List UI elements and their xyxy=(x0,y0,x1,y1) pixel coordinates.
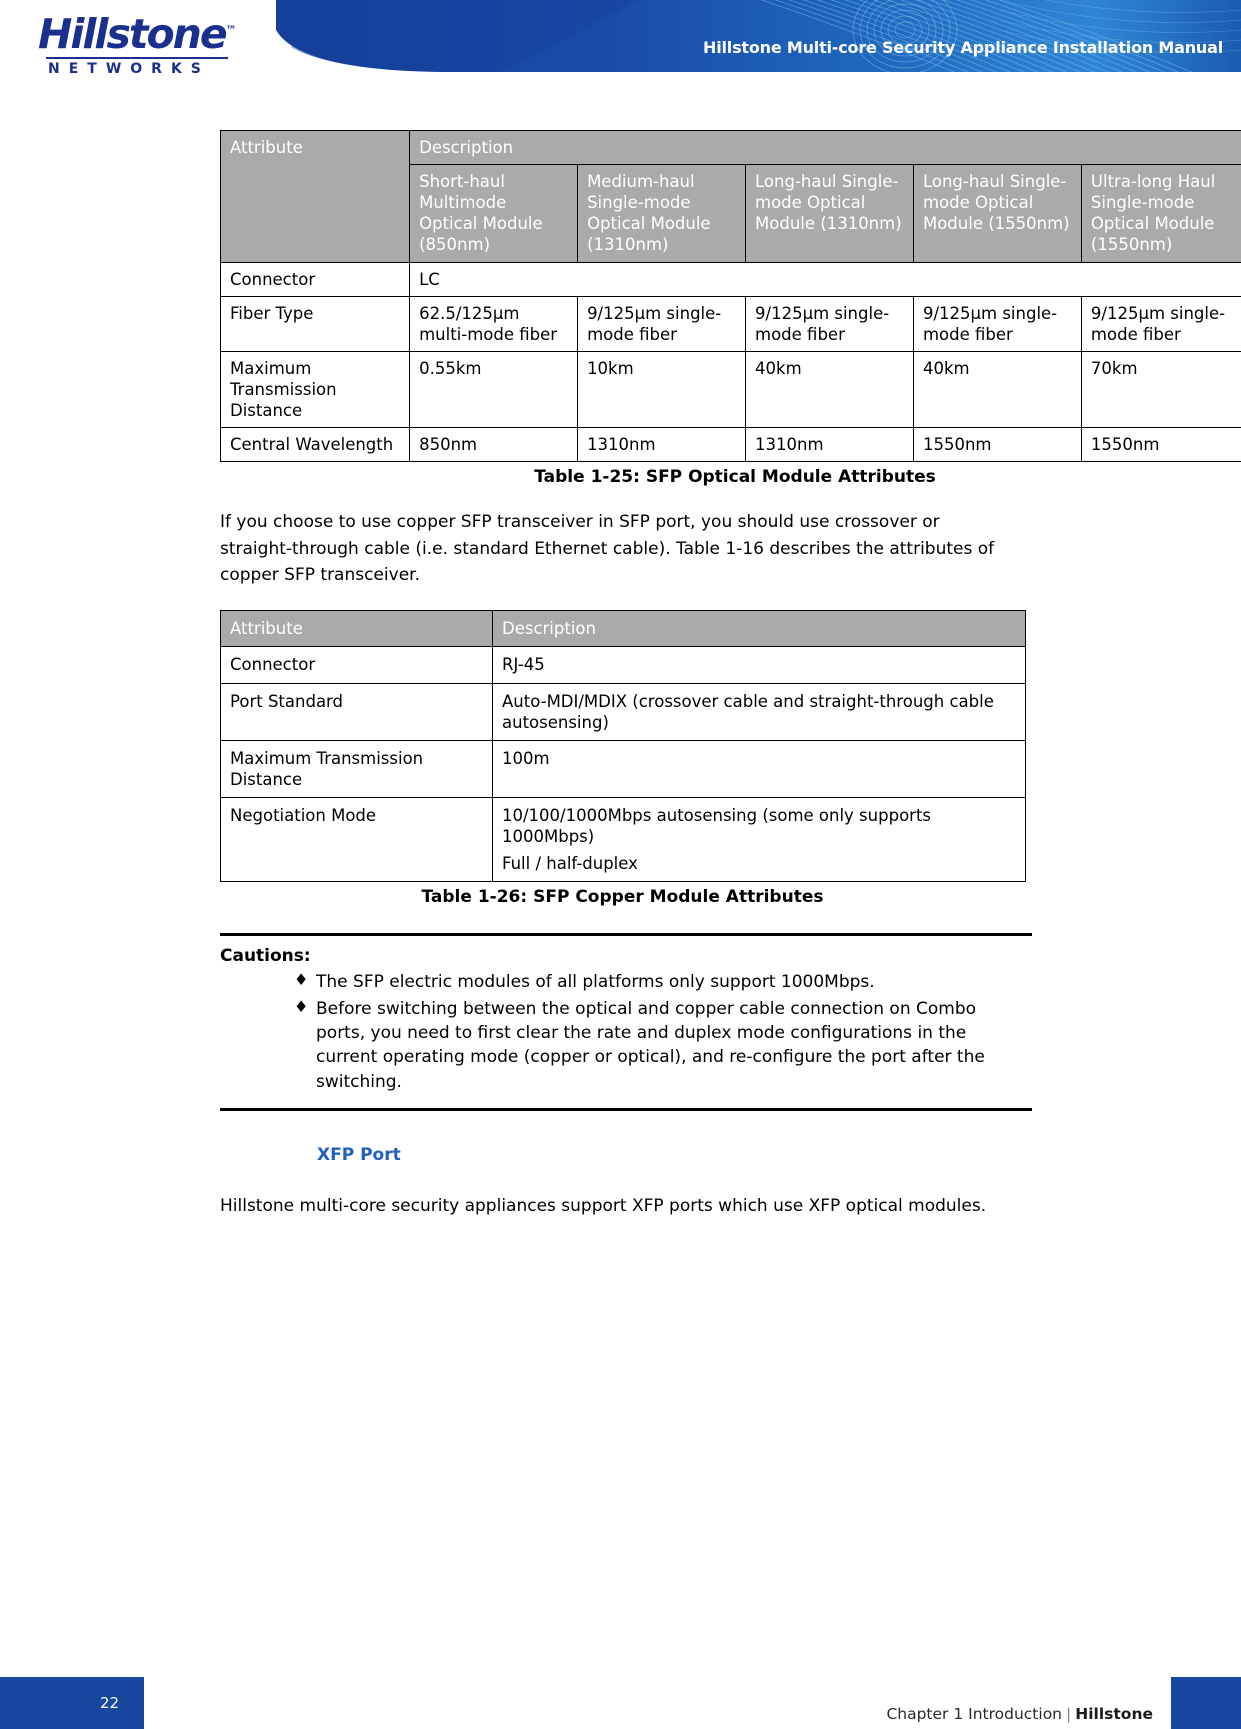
row-value: 62.5/125µm multi-mode fiber xyxy=(409,295,579,352)
row-value-line: 10/100/1000Mbps autosensing (some only s… xyxy=(502,806,932,847)
header-col-4: Ultra-long Haul Single-mode Optical Modu… xyxy=(1080,164,1241,263)
manual-title: Hillstone Multi-core Security Appliance … xyxy=(703,38,1223,57)
row-value: 10km xyxy=(577,350,747,429)
list-item-text: The SFP electric modules of all platform… xyxy=(316,972,875,993)
table-header-row: Attribute Description xyxy=(220,610,1026,648)
table-row: Connector RJ-45 xyxy=(220,646,1026,684)
paragraph-copper-sfp: If you choose to use copper SFP transcei… xyxy=(220,512,995,585)
row-value-multiline: 10/100/1000Mbps autosensing (some only s… xyxy=(492,796,1026,883)
row-value: 9/125µm single-mode fiber xyxy=(1080,295,1241,352)
header-attribute: Attribute xyxy=(219,130,411,263)
hillstone-logo: Hillstone™ NETWORKS xyxy=(38,10,268,78)
footer-separator: | xyxy=(1066,1705,1072,1723)
logo-wordmark: Hillstone™ xyxy=(38,10,237,58)
row-value: 9/125µm single-mode fiber xyxy=(577,295,747,352)
row-attribute: Fiber Type xyxy=(219,295,411,352)
header-attribute: Attribute xyxy=(220,610,493,648)
page-footer: 22 Chapter 1 Introduction | Hillstone xyxy=(0,1655,1241,1729)
row-value: 1550nm xyxy=(1080,427,1241,463)
footer-right-block xyxy=(1171,1677,1241,1729)
footer-chapter-label: Chapter 1 Introduction xyxy=(886,1705,1063,1723)
row-value: 40km xyxy=(745,350,914,429)
caption-table-1-26: Table 1-26: SFP Copper Module Attributes xyxy=(421,887,824,908)
table-row: Connector LC xyxy=(219,261,1241,297)
row-value: 9/125µm single-mode fiber xyxy=(912,295,1082,352)
header-col-3: Long-haul Single-mode Optical Module (15… xyxy=(912,164,1082,263)
page-header: Hillstone™ NETWORKS Hillstone Multi-core… xyxy=(0,0,1241,88)
cautions-title: Cautions: xyxy=(220,946,311,967)
footer-chapter-info: Chapter 1 Introduction | Hillstone xyxy=(886,1705,1153,1723)
list-item: ♦ The SFP electric modules of all platfo… xyxy=(294,970,1006,994)
row-value: 9/125µm single-mode fiber xyxy=(745,295,914,352)
diamond-bullet-icon: ♦ xyxy=(294,970,309,990)
logo-subtext: NETWORKS xyxy=(48,61,210,77)
trademark-symbol: ™ xyxy=(225,23,237,37)
list-item: ♦ Before switching between the optical a… xyxy=(294,997,1006,1094)
header-col-2: Long-haul Single-mode Optical Module (13… xyxy=(745,164,914,263)
table-sfp-optical-module: Attribute Description Short-haul Multimo… xyxy=(219,129,1241,463)
row-value: 0.55km xyxy=(409,350,579,429)
header-description: Description xyxy=(492,610,1026,648)
row-attribute: Connector xyxy=(219,261,411,297)
table-row: Maximum Transmission Distance 100m xyxy=(220,739,1026,799)
list-item-text: Before switching between the optical and… xyxy=(316,998,985,1092)
header-description-group: Description xyxy=(409,129,1241,166)
row-attribute: Port Standard xyxy=(220,682,493,741)
header-col-0: Short-haul Multimode Optical Module (850… xyxy=(409,164,579,263)
document-body: Attribute Description Short-haul Multimo… xyxy=(0,88,1241,1219)
table-header-row-group: Attribute Description xyxy=(219,129,1241,263)
table-row: Maximum Transmission Distance 0.55km 10k… xyxy=(219,350,1241,429)
table-row: Central Wavelength 850nm 1310nm 1310nm 1… xyxy=(219,427,1241,463)
footer-left-block xyxy=(0,1677,96,1729)
row-value: 1310nm xyxy=(745,427,914,463)
table-sfp-copper-module: Attribute Description Connector RJ-45 Po… xyxy=(220,610,1026,883)
row-value: 70km xyxy=(1080,350,1241,429)
footer-brand: Hillstone xyxy=(1075,1705,1153,1723)
row-value: Auto-MDI/MDIX (crossover cable and strai… xyxy=(492,682,1026,741)
row-value: RJ-45 xyxy=(492,646,1026,684)
table-row: Negotiation Mode 10/100/1000Mbps autosen… xyxy=(220,796,1026,883)
paragraph-xfp-port: Hillstone multi-core security appliances… xyxy=(220,1195,987,1216)
table-row: Fiber Type 62.5/125µm multi-mode fiber 9… xyxy=(219,295,1241,352)
table-row: Port Standard Auto-MDI/MDIX (crossover c… xyxy=(220,682,1026,741)
section-heading-xfp-port: XFP Port xyxy=(317,1144,401,1165)
diamond-bullet-icon: ♦ xyxy=(294,996,309,1016)
row-value-merged: LC xyxy=(409,261,1241,297)
row-attribute: Maximum Transmission Distance xyxy=(220,739,493,799)
row-value: 1550nm xyxy=(912,427,1082,463)
caption-table-1-25: Table 1-25: SFP Optical Module Attribute… xyxy=(534,467,936,488)
header-col-1: Medium-haul Single-mode Optical Module (… xyxy=(577,164,747,263)
cautions-list: ♦ The SFP electric modules of all platfo… xyxy=(220,970,1032,1093)
row-attribute: Maximum Transmission Distance xyxy=(219,350,411,429)
content-column: Attribute Description Short-haul Multimo… xyxy=(211,129,1241,1219)
page-number: 22 xyxy=(96,1677,144,1729)
cautions-box: Cautions: ♦ The SFP electric modules of … xyxy=(220,933,1032,1111)
row-value-line: Full / half-duplex xyxy=(502,854,638,874)
row-value: 850nm xyxy=(409,427,579,463)
row-attribute: Negotiation Mode xyxy=(220,796,493,883)
row-value: 1310nm xyxy=(577,427,747,463)
row-value: 100m xyxy=(492,739,1026,799)
row-attribute: Connector xyxy=(220,646,493,684)
row-attribute: Central Wavelength xyxy=(219,427,411,463)
row-value: 40km xyxy=(912,350,1082,429)
